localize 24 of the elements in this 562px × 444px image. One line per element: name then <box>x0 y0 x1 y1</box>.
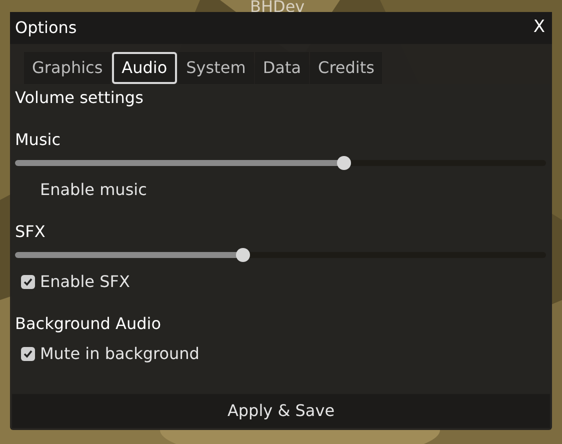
close-button[interactable]: X <box>531 15 547 41</box>
background-title: BHDev <box>250 0 305 14</box>
section-title: Volume settings <box>15 87 144 109</box>
group-title: Background Audio <box>15 313 162 335</box>
slider-thumb[interactable] <box>236 248 250 262</box>
slider[interactable] <box>15 156 546 170</box>
apply-save-button[interactable]: Apply & Save <box>12 394 550 428</box>
window-title: Options <box>15 17 77 39</box>
checkbox-label: Enable music <box>40 179 147 201</box>
slider-thumb[interactable] <box>337 156 352 170</box>
group-title: Music <box>15 129 62 151</box>
tab[interactable]: System <box>178 52 254 84</box>
checkbox-label: Enable SFX <box>40 271 130 293</box>
checkbox-label: Mute in background <box>40 343 200 365</box>
checkbox[interactable] <box>21 347 35 361</box>
tab[interactable]: Credits <box>310 52 382 84</box>
checkbox[interactable] <box>21 275 35 289</box>
check-icon <box>23 277 33 287</box>
tab[interactable]: Data <box>254 52 310 84</box>
group-title: SFX <box>15 221 46 243</box>
tab[interactable]: Graphics <box>24 52 111 84</box>
slider[interactable] <box>15 248 546 262</box>
check-icon <box>23 349 33 359</box>
tab[interactable]: Audio <box>112 52 178 84</box>
